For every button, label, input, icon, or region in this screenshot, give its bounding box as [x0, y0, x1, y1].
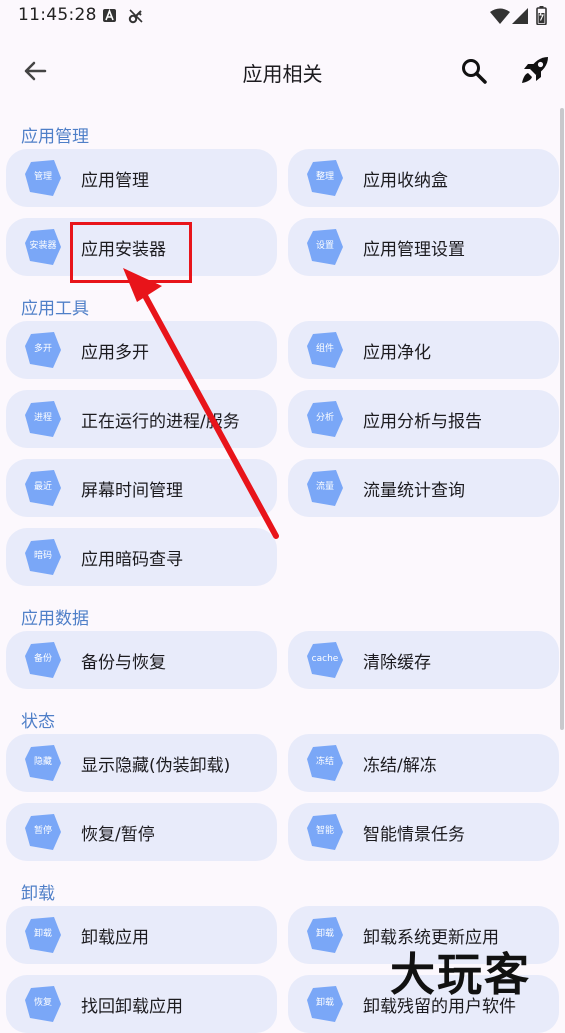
- watermark: 大玩客: [390, 948, 532, 1001]
- annotation-arrow-icon: [123, 268, 279, 539]
